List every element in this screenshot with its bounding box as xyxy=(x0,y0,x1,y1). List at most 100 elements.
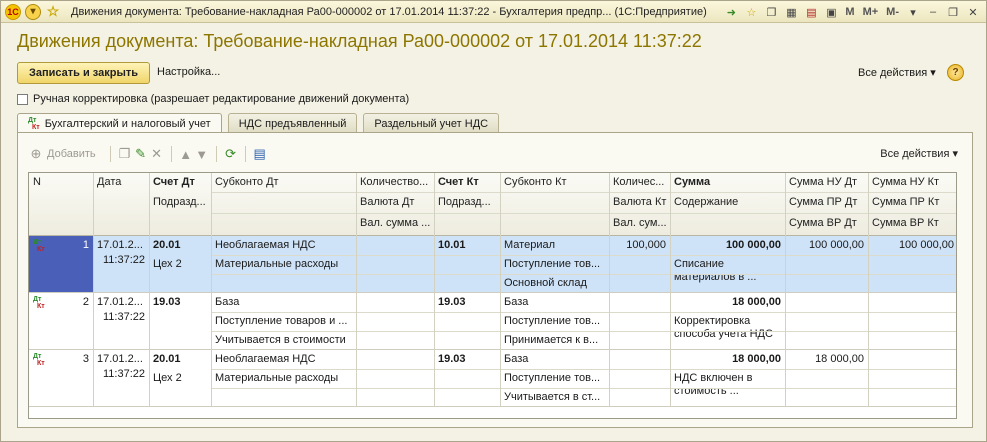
tab-accounting[interactable]: Дт Кт Бухгалтерский и налоговый учет xyxy=(17,113,222,134)
row-number-cell: Дт Кт 2 xyxy=(29,293,93,349)
report-icon[interactable]: ▤ xyxy=(252,146,268,162)
app-logo-icon[interactable]: 1С xyxy=(5,3,21,20)
tab-bar: Дт Кт Бухгалтерский и налоговый учет НДС … xyxy=(17,113,505,134)
row-time: 11:37:22 xyxy=(102,254,145,266)
move-up-icon[interactable]: ▲ xyxy=(178,146,194,162)
row-subconto-kt-3: Принимается к в... xyxy=(504,334,599,346)
delete-icon[interactable]: ✕ xyxy=(149,146,165,162)
col-vr-dt[interactable]: Сумма ВР Дт xyxy=(785,214,868,233)
row-subconto-dt-1: Необлагаемая НДС xyxy=(215,239,316,251)
tab-vat-presented[interactable]: НДС предъявленный xyxy=(227,113,358,133)
restore-icon[interactable]: ❐ xyxy=(944,3,962,21)
row-subconto-kt-1: База xyxy=(504,296,529,308)
col-date[interactable]: Дата xyxy=(93,173,149,192)
table-row[interactable]: Дт Кт 1 17.01.2... 11:37:22 20.01 Цех 2 Н… xyxy=(29,236,956,293)
row-time: 11:37:22 xyxy=(102,368,145,380)
window: 1С ▾ ☆ Движения документа: Требование-на… xyxy=(0,0,987,442)
star-icon[interactable]: ☆ xyxy=(742,3,760,21)
col-cur-sum-kt[interactable]: Вал. сум... xyxy=(609,214,670,233)
row-account-kt: 10.01 xyxy=(438,239,466,251)
row-nu-kt: 100 000,00 xyxy=(898,239,954,251)
dt-kt-icon: Дт Кт xyxy=(33,296,45,310)
row-number: 3 xyxy=(82,353,89,365)
postings-table[interactable]: N Дата Счет Дт Подразд... Субконто Дт Ко… xyxy=(28,172,957,419)
copy-icon[interactable]: ❐ xyxy=(762,3,780,21)
col-subconto-kt[interactable]: Субконто Кт xyxy=(500,173,609,192)
col-account-kt[interactable]: Счет Кт xyxy=(434,173,500,192)
add-button[interactable]: ⊕ Добавить xyxy=(28,146,96,162)
all-actions-label: Все действия xyxy=(858,67,928,79)
grid-toolbar: ⊕ Добавить ❐ ✎ ✕ ▲ ▼ ⟳ ▤ Все действия ▾ xyxy=(28,143,964,165)
grid-all-actions-menu[interactable]: Все действия ▾ xyxy=(880,147,958,160)
move-down-icon[interactable]: ▼ xyxy=(194,146,210,162)
add-label: Добавить xyxy=(47,148,96,160)
table-row[interactable]: Дт Кт 3 17.01.2... 11:37:22 20.01 Цех 2 Н… xyxy=(29,350,956,407)
row-number: 1 xyxy=(82,239,89,251)
row-sum: 100 000,00 xyxy=(725,239,781,251)
col-currency-dt[interactable]: Валюта Дт xyxy=(356,193,434,212)
col-nu-dt[interactable]: Сумма НУ Дт xyxy=(785,173,868,192)
minimize-icon[interactable]: – xyxy=(924,3,942,21)
row-subconto-kt-2: Поступление тов... xyxy=(504,372,601,384)
col-nu-kt[interactable]: Сумма НУ Кт xyxy=(868,173,956,192)
col-qty-kt[interactable]: Количес... xyxy=(609,173,670,192)
manual-adjust-label: Ручная корректировка (разрешает редактир… xyxy=(33,93,410,105)
add-icon: ⊕ xyxy=(30,146,42,161)
row-qty-kt: 100,000 xyxy=(626,239,666,251)
col-dept-kt[interactable]: Подразд... xyxy=(434,193,500,212)
row-subconto-dt-1: База xyxy=(215,296,240,308)
m-button[interactable]: M xyxy=(842,6,857,18)
row-subconto-kt-3: Основной склад xyxy=(504,277,587,289)
table-row[interactable]: Дт Кт 2 17.01.2... 11:37:22 19.03 База По… xyxy=(29,293,956,350)
col-vr-kt[interactable]: Сумма ВР Кт xyxy=(868,214,956,233)
col-content[interactable]: Содержание xyxy=(670,193,785,212)
calculator-icon[interactable]: ▦ xyxy=(782,3,800,21)
main-menu-icon[interactable]: ▾ xyxy=(25,3,41,20)
row-subconto-kt-1: Материал xyxy=(504,239,555,251)
col-dept-dt[interactable]: Подразд... xyxy=(149,193,211,212)
tab-separate-vat[interactable]: Раздельный учет НДС xyxy=(363,113,500,133)
favorite-star-icon[interactable]: ☆ xyxy=(45,3,61,20)
row-subconto-dt-2: Поступление товаров и ... xyxy=(215,315,348,327)
close-icon[interactable]: ✕ xyxy=(964,3,982,21)
settings-link[interactable]: Настройка... xyxy=(157,66,220,78)
row-time: 11:37:22 xyxy=(102,311,145,323)
help-icon[interactable]: ? xyxy=(947,64,964,81)
row-account-dt: 19.03 xyxy=(153,296,181,308)
row-sum: 18 000,00 xyxy=(732,296,781,308)
row-number-cell: Дт Кт 3 xyxy=(29,350,93,406)
edit-icon[interactable]: ✎ xyxy=(133,146,149,162)
refresh-icon[interactable]: ⟳ xyxy=(223,146,239,162)
m-plus-button[interactable]: M+ xyxy=(860,6,882,18)
page-title: Движения документа: Требование-накладная… xyxy=(17,31,702,51)
col-n[interactable]: N xyxy=(29,173,93,192)
dt-kt-icon: Дт Кт xyxy=(33,239,45,253)
col-subconto-dt[interactable]: Субконто Дт xyxy=(211,173,356,192)
col-pr-kt[interactable]: Сумма ПР Кт xyxy=(868,193,956,212)
col-currency-kt[interactable]: Валюта Кт xyxy=(609,193,670,212)
manual-adjust-checkbox[interactable] xyxy=(17,93,28,105)
dt-kt-icon: Дт Кт xyxy=(33,353,45,367)
forward-icon[interactable]: ➜ xyxy=(722,3,740,21)
manual-adjust-row[interactable]: Ручная корректировка (разрешает редактир… xyxy=(17,93,409,105)
tab-panel: ⊕ Добавить ❐ ✎ ✕ ▲ ▼ ⟳ ▤ Все действия ▾ N… xyxy=(17,132,973,428)
all-actions-menu[interactable]: Все действия ▾ xyxy=(858,66,936,79)
mem-icon[interactable]: ▣ xyxy=(822,3,840,21)
col-account-dt[interactable]: Счет Дт xyxy=(149,173,211,192)
title-bar: 1С ▾ ☆ Движения документа: Требование-на… xyxy=(1,1,986,23)
row-account-dt: 20.01 xyxy=(153,353,181,365)
row-number-cell: Дт Кт 1 xyxy=(29,236,93,292)
col-pr-dt[interactable]: Сумма ПР Дт xyxy=(785,193,868,212)
col-cur-sum-dt[interactable]: Вал. сумма ... xyxy=(356,214,434,233)
window-title: Движения документа: Требование-накладная… xyxy=(71,5,707,18)
calendar-icon[interactable]: ▤ xyxy=(802,3,820,21)
chevron-down-icon[interactable]: ▾ xyxy=(904,3,922,21)
save-and-close-button[interactable]: Записать и закрыть xyxy=(17,62,150,84)
row-subconto-kt-2: Поступление тов... xyxy=(504,315,601,327)
m-minus-button[interactable]: M- xyxy=(883,6,902,18)
copy-icon[interactable]: ❐ xyxy=(117,146,133,162)
col-qty-dt[interactable]: Количество... xyxy=(356,173,434,192)
row-subconto-kt-3: Учитывается в ст... xyxy=(504,391,601,403)
row-account-kt: 19.03 xyxy=(438,296,466,308)
col-sum[interactable]: Сумма xyxy=(670,173,785,192)
